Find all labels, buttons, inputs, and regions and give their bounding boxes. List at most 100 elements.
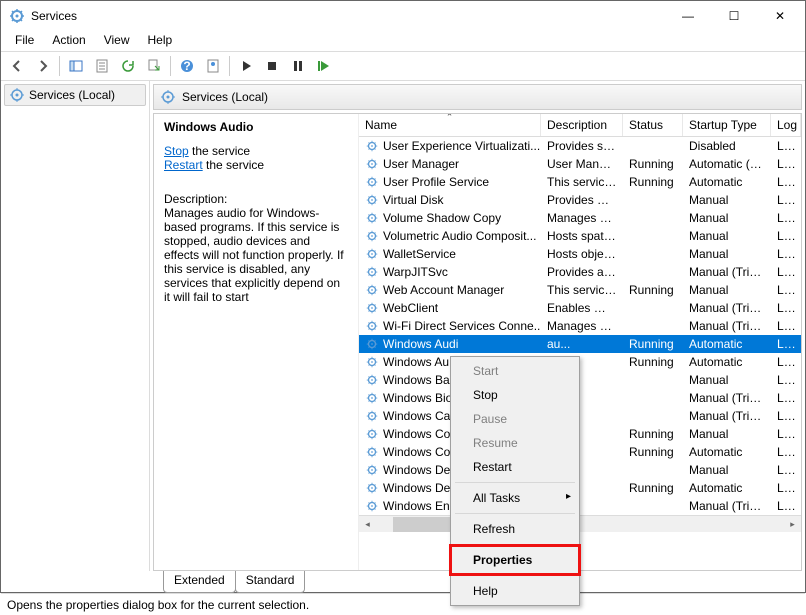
col-header-name[interactable]: ⌃Name xyxy=(359,114,541,136)
window-title: Services xyxy=(31,9,665,23)
description-body: Manages audio for Windows-based programs… xyxy=(164,206,348,304)
restart-link[interactable]: Restart xyxy=(164,158,203,172)
menu-help[interactable]: Help xyxy=(140,31,181,51)
service-description: Hosts spatia... xyxy=(541,229,623,243)
title-bar: Services — ☐ ✕ xyxy=(1,1,805,31)
minimize-button[interactable]: — xyxy=(665,1,711,31)
cm-all-tasks[interactable]: All Tasks▸ xyxy=(453,486,577,510)
menu-view[interactable]: View xyxy=(96,31,138,51)
service-row[interactable]: Wi-Fi Direct Services Conne...Manages co… xyxy=(359,317,801,335)
forward-button[interactable] xyxy=(31,54,55,78)
service-status: Running xyxy=(623,337,683,351)
tree-root-label: Services (Local) xyxy=(29,88,115,102)
service-name: Windows De xyxy=(383,481,450,495)
maximize-button[interactable]: ☐ xyxy=(711,1,757,31)
cm-properties[interactable]: Properties xyxy=(453,548,577,572)
cm-stop[interactable]: Stop xyxy=(453,383,577,407)
service-row[interactable]: Windows Auau...RunningAutomaticLoca xyxy=(359,353,801,371)
service-logon: Loca xyxy=(771,409,801,423)
service-row[interactable]: Windows Audiau...RunningAutomaticLoca xyxy=(359,335,801,353)
console-tree: Services (Local) xyxy=(1,81,150,571)
service-row[interactable]: Windows CoC...RunningManualLoca xyxy=(359,425,801,443)
service-startup-type: Automatic xyxy=(683,355,771,369)
cm-pause: Pause xyxy=(453,407,577,431)
col-header-log[interactable]: Log xyxy=(771,114,801,136)
stop-link[interactable]: Stop xyxy=(164,144,189,158)
service-description: This service ... xyxy=(541,283,623,297)
service-logon: Loca xyxy=(771,283,801,297)
service-description: Enables Win... xyxy=(541,301,623,315)
service-startup-type: Manual (Trig... xyxy=(683,409,771,423)
cm-refresh[interactable]: Refresh xyxy=(453,517,577,541)
service-description: Manages co... xyxy=(541,319,623,333)
service-name: WebClient xyxy=(383,301,438,315)
selected-service-title: Windows Audio xyxy=(164,120,348,134)
service-row[interactable]: WarpJITSvcProvides a J...Manual (Trig...… xyxy=(359,263,801,281)
refresh-button[interactable] xyxy=(116,54,140,78)
service-description: Provides a J... xyxy=(541,265,623,279)
show-hide-tree-button[interactable] xyxy=(64,54,88,78)
export-button[interactable] xyxy=(142,54,166,78)
service-row[interactable]: WalletServiceHosts objec...ManualLoca xyxy=(359,245,801,263)
col-header-startup-type[interactable]: Startup Type xyxy=(683,114,771,136)
main-content: Services (Local) Services (Local) Window… xyxy=(1,81,805,571)
stop-service-button[interactable] xyxy=(260,54,284,78)
back-button[interactable] xyxy=(5,54,29,78)
service-description: Hosts objec... xyxy=(541,247,623,261)
service-startup-type: Automatic xyxy=(683,175,771,189)
col-header-description[interactable]: Description xyxy=(541,114,623,136)
service-row[interactable]: Windows BioManual (Trig...Loca xyxy=(359,389,801,407)
service-row[interactable]: Windows EncManual (Trig...Loca xyxy=(359,497,801,515)
cm-help[interactable]: Help xyxy=(453,579,577,603)
service-row[interactable]: Windows DeManualLoca xyxy=(359,461,801,479)
service-row[interactable]: Volumetric Audio Composit...Hosts spatia… xyxy=(359,227,801,245)
restart-service-button[interactable] xyxy=(312,54,336,78)
close-button[interactable]: ✕ xyxy=(757,1,803,31)
help-button[interactable]: ? xyxy=(175,54,199,78)
menu-action[interactable]: Action xyxy=(44,31,93,51)
pane-header-label: Services (Local) xyxy=(182,90,268,104)
service-logon: Loca xyxy=(771,265,801,279)
service-name: Wi-Fi Direct Services Conne... xyxy=(383,319,541,333)
service-startup-type: Manual xyxy=(683,373,771,387)
help-topics-button[interactable] xyxy=(201,54,225,78)
service-name: Windows Enc xyxy=(383,499,456,513)
service-startup-type: Manual (Trig... xyxy=(683,391,771,405)
service-status: Running xyxy=(623,175,683,189)
pause-service-button[interactable] xyxy=(286,54,310,78)
start-service-button[interactable] xyxy=(234,54,258,78)
tree-root-services-local[interactable]: Services (Local) xyxy=(4,84,146,106)
chevron-right-icon: ▸ xyxy=(566,491,571,502)
service-row[interactable]: Windows DeD...RunningAutomaticLoca xyxy=(359,479,801,497)
cm-start: Start xyxy=(453,359,577,383)
menu-file[interactable]: File xyxy=(7,31,42,51)
service-logon: Loca xyxy=(771,373,801,387)
service-name: Windows Co xyxy=(383,445,450,459)
tab-extended[interactable]: Extended xyxy=(163,571,236,593)
service-row[interactable]: Windows CaManual (Trig...Loca xyxy=(359,407,801,425)
service-description: Provides m... xyxy=(541,193,623,207)
service-logon: Loca xyxy=(771,175,801,189)
service-row[interactable]: Web Account ManagerThis service ...Runni… xyxy=(359,281,801,299)
service-row[interactable]: Windows BacManualLoca xyxy=(359,371,801,389)
col-header-status[interactable]: Status xyxy=(623,114,683,136)
cm-restart[interactable]: Restart xyxy=(453,455,577,479)
service-row[interactable]: Volume Shadow CopyManages an...ManualLoc… xyxy=(359,209,801,227)
service-startup-type: Manual (Trig... xyxy=(683,499,771,513)
service-logon: Loca xyxy=(771,247,801,261)
service-row[interactable]: Windows CoRunningAutomaticLoca xyxy=(359,443,801,461)
service-logon: Loca xyxy=(771,481,801,495)
service-startup-type: Manual xyxy=(683,247,771,261)
horizontal-scrollbar[interactable]: ◂▸ xyxy=(359,515,801,532)
service-row[interactable]: User Experience Virtualizati...Provides … xyxy=(359,137,801,155)
service-row[interactable]: Virtual DiskProvides m...ManualLoca xyxy=(359,191,801,209)
service-description: User Manag... xyxy=(541,157,623,171)
service-row[interactable]: User Profile ServiceThis service ...Runn… xyxy=(359,173,801,191)
properties-button[interactable] xyxy=(90,54,114,78)
service-startup-type: Manual xyxy=(683,463,771,477)
app-icon xyxy=(9,8,25,24)
tab-standard[interactable]: Standard xyxy=(235,571,306,593)
service-row[interactable]: User ManagerUser Manag...RunningAutomati… xyxy=(359,155,801,173)
service-logon: Loca xyxy=(771,229,801,243)
service-row[interactable]: WebClientEnables Win...Manual (Trig...Lo… xyxy=(359,299,801,317)
